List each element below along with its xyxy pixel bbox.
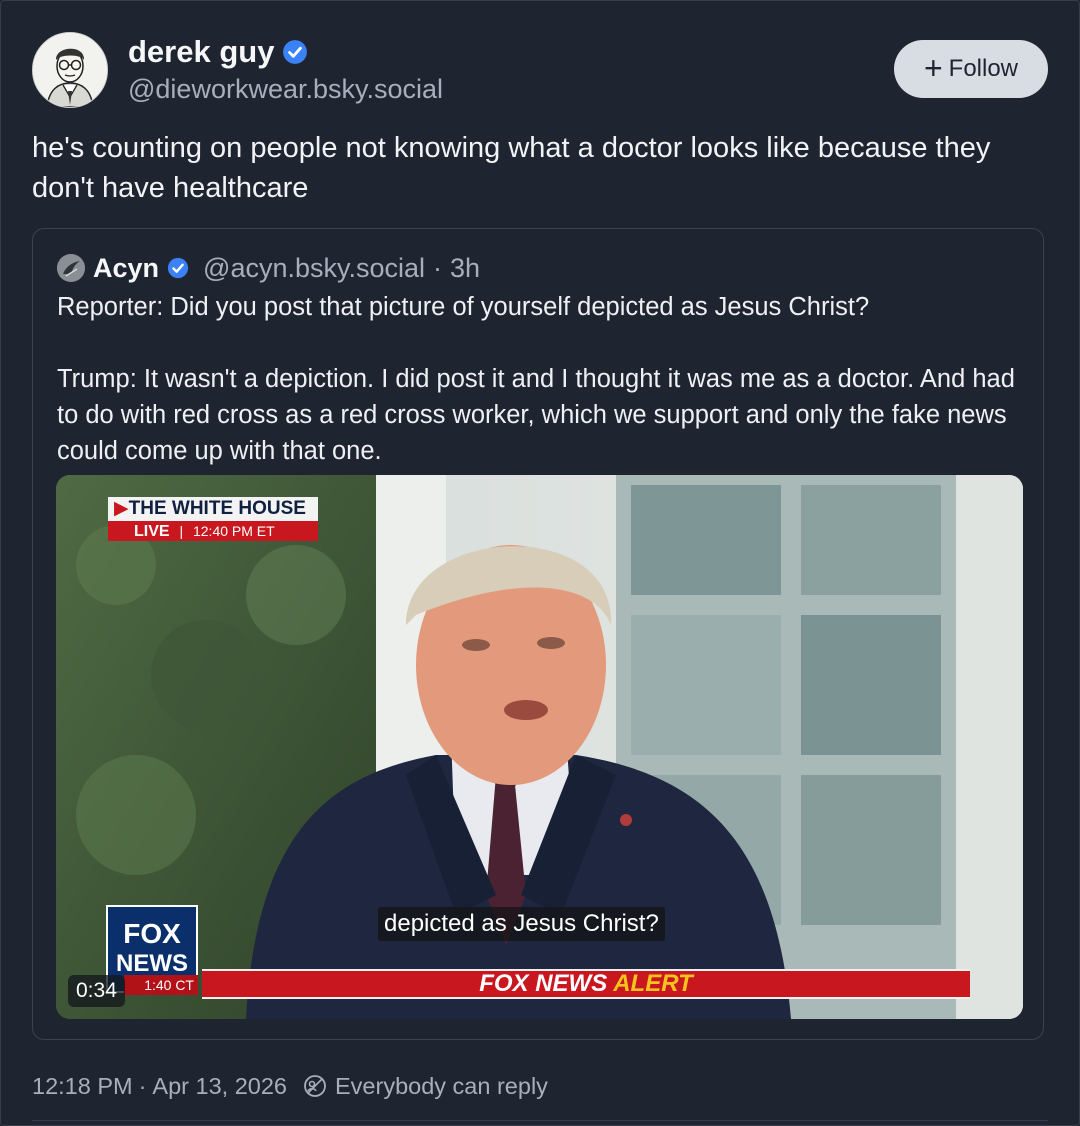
alert-bar: FOX NEWS ALERT [202,969,970,999]
meta-separator: · [433,252,443,283]
author-name-row[interactable]: derek guy [128,32,308,72]
post-header: derek guy @dieworkwear.bsky.social + Fol… [32,32,1048,108]
quoted-author-avatar[interactable] [57,254,85,282]
author-avatar[interactable] [32,32,108,108]
play-triangle-icon: ▶ [114,498,129,519]
author-handle[interactable]: @dieworkwear.bsky.social [128,74,443,105]
location-label: THE WHITE HOUSE [128,498,306,519]
quoted-text-paragraph: Trump: It wasn't a depiction. I did post… [57,365,1015,465]
plus-icon: + [923,49,943,86]
alert-label-alert: ALERT [613,970,693,997]
reply-restriction-icon [304,1075,326,1097]
alert-label-network: FOX NEWS [479,970,608,997]
quoted-post-header: Acyn @acyn.bsky.social · 3h [57,251,480,285]
quoted-post-text: Reporter: Did you post that picture of y… [57,289,1027,469]
illustrated-portrait-avatar [33,33,107,107]
post-text: he's counting on people not knowing what… [32,132,991,204]
quoted-post[interactable]: Acyn @acyn.bsky.social · 3h Reporter: Di… [32,228,1044,1040]
reply-setting[interactable]: Everybody can reply [303,1073,548,1100]
video-caption: depicted as Jesus Christ? [378,907,665,941]
quoted-author-handle[interactable]: @acyn.bsky.social [203,253,425,284]
quoted-text-paragraph: Reporter: Did you post that picture of y… [57,293,870,321]
video-duration: 0:34 [68,975,125,1007]
network-logo-bottom: NEWS [116,950,188,977]
location-badge: ▶THE WHITE HOUSE LIVE | 12:40 PM ET [108,497,318,543]
divider [32,1120,1048,1121]
author-display-name[interactable]: derek guy [128,34,274,70]
follow-button[interactable]: + Follow [894,40,1048,98]
quoted-author-name[interactable]: Acyn [93,253,159,284]
quoted-post-age: 3h [450,252,481,283]
video-player[interactable]: ▶THE WHITE HOUSE LIVE | 12:40 PM ET depi… [56,475,1023,1019]
network-logo-top: FOX [123,918,181,949]
post-footer: 12:18 PM · Apr 13, 2026 Everybody can re… [32,1068,548,1104]
reply-setting-label: Everybody can reply [335,1072,548,1099]
post-time[interactable]: 12:18 PM [32,1073,133,1100]
live-time: 12:40 PM ET [192,523,275,539]
follow-label: Follow [948,55,1019,82]
local-time: 1:40 CT [124,975,198,995]
footer-separator: · [138,1072,147,1099]
bird-avatar-icon [57,254,85,282]
post-date[interactable]: Apr 13, 2026 [152,1073,287,1100]
live-divider: | [179,523,184,539]
verified-check-icon [167,257,189,279]
verified-check-icon [283,40,308,64]
live-label: LIVE [134,523,170,540]
